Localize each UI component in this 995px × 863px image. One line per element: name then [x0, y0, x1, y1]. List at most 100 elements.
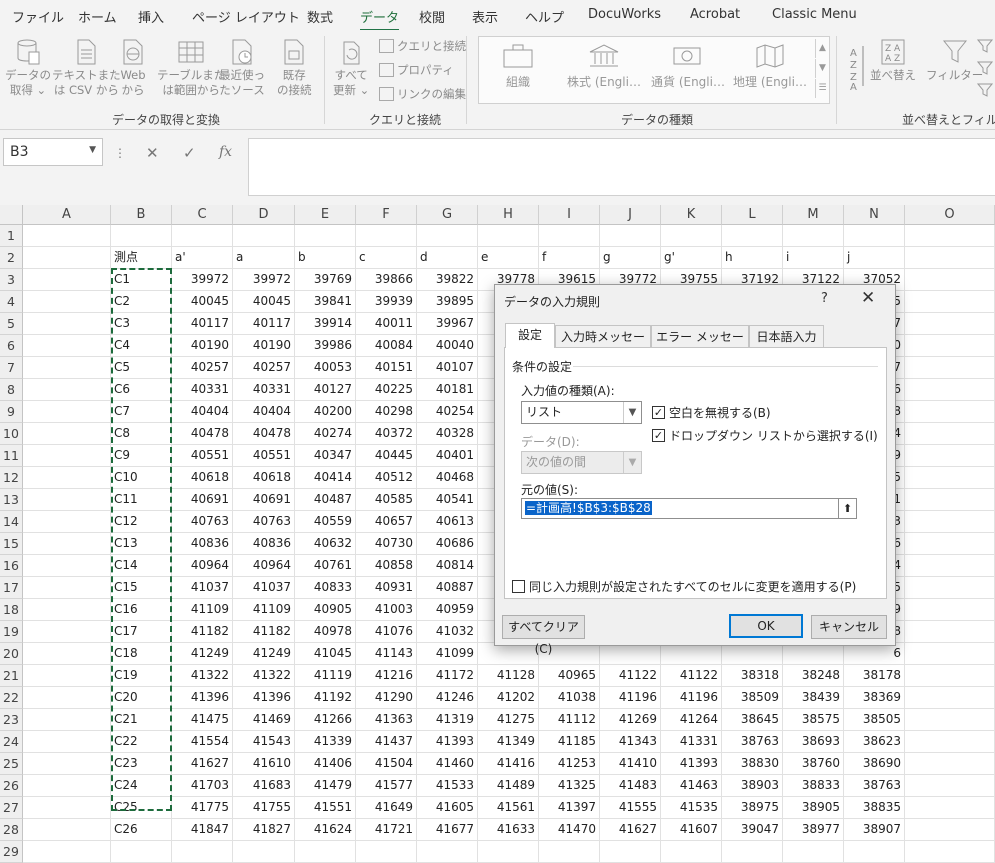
cell[interactable]: 40257 — [233, 357, 295, 379]
cell[interactable]: 40763 — [172, 511, 233, 533]
cell[interactable]: 40541 — [417, 489, 478, 511]
cell[interactable]: 41325 — [539, 775, 600, 797]
row-header[interactable]: 29 — [0, 841, 23, 863]
cell[interactable]: 41076 — [356, 621, 417, 643]
cell[interactable] — [295, 225, 356, 247]
cell[interactable]: C16 — [111, 599, 172, 621]
row-header[interactable]: 11 — [0, 445, 23, 467]
cell[interactable] — [661, 225, 722, 247]
cell[interactable]: 41554 — [172, 731, 233, 753]
cell[interactable]: 41143 — [356, 643, 417, 665]
row-header[interactable]: 4 — [0, 291, 23, 313]
row-header[interactable]: 25 — [0, 753, 23, 775]
cell[interactable]: a' — [172, 247, 233, 269]
row-header[interactable]: 19 — [0, 621, 23, 643]
cell[interactable]: 41489 — [478, 775, 539, 797]
from-table-range-button[interactable]: テーブルまた は範囲から — [157, 38, 225, 98]
data-type-currency[interactable]: 通貨 (Engli… — [651, 43, 725, 90]
row-header[interactable]: 20 — [0, 643, 23, 665]
cell[interactable]: 40328 — [417, 423, 478, 445]
cell[interactable]: 41122 — [661, 665, 722, 687]
cell[interactable]: 40618 — [172, 467, 233, 489]
cell[interactable]: C5 — [111, 357, 172, 379]
cell[interactable] — [905, 709, 995, 731]
cell[interactable] — [23, 555, 111, 577]
cell[interactable]: 38833 — [783, 775, 844, 797]
column-header[interactable]: N — [844, 205, 905, 225]
cell[interactable]: 40445 — [356, 445, 417, 467]
row-header[interactable]: 22 — [0, 687, 23, 709]
cell[interactable]: 40404 — [233, 401, 295, 423]
cell[interactable]: 41122 — [600, 665, 661, 687]
cell[interactable]: 38575 — [783, 709, 844, 731]
cell[interactable]: 39047 — [722, 819, 783, 841]
cell[interactable]: 41437 — [356, 731, 417, 753]
cell[interactable]: 38369 — [844, 687, 905, 709]
cell[interactable]: 41266 — [295, 709, 356, 731]
allow-select[interactable]: リスト ▼ — [521, 401, 642, 424]
cell[interactable] — [23, 753, 111, 775]
cell[interactable]: 40401 — [417, 445, 478, 467]
cell[interactable] — [905, 357, 995, 379]
cell[interactable]: 40887 — [417, 577, 478, 599]
row-header[interactable]: 13 — [0, 489, 23, 511]
cell[interactable] — [905, 445, 995, 467]
clear-all-button[interactable]: すべてクリア(C) — [502, 615, 585, 656]
in-cell-dropdown-checkbox[interactable]: ✓ ドロップダウン リストから選択する(I) — [652, 427, 878, 444]
tab-ime-mode[interactable]: 日本語入力 — [749, 325, 824, 347]
cell[interactable] — [661, 643, 722, 665]
column-header[interactable]: M — [783, 205, 844, 225]
cell[interactable]: 38690 — [844, 753, 905, 775]
cell[interactable]: 41605 — [417, 797, 478, 819]
cell[interactable] — [356, 841, 417, 863]
cell[interactable]: 41460 — [417, 753, 478, 775]
cell[interactable]: 38439 — [783, 687, 844, 709]
cell[interactable]: 41319 — [417, 709, 478, 731]
cell[interactable]: 41755 — [233, 797, 295, 819]
cell[interactable]: 41185 — [539, 731, 600, 753]
cell[interactable]: C14 — [111, 555, 172, 577]
help-icon[interactable]: ? — [821, 291, 828, 306]
tab-formulas[interactable]: 数式 — [307, 7, 333, 26]
cell[interactable] — [356, 225, 417, 247]
cell[interactable]: 41032 — [417, 621, 478, 643]
cell[interactable]: 38318 — [722, 665, 783, 687]
cell[interactable]: 41339 — [295, 731, 356, 753]
cell[interactable]: 39967 — [417, 313, 478, 335]
cell[interactable]: 40613 — [417, 511, 478, 533]
from-text-csv-button[interactable]: テキストまたは CSV から — [52, 38, 121, 98]
cell[interactable] — [23, 709, 111, 731]
column-header[interactable]: O — [905, 205, 995, 225]
cell[interactable] — [23, 401, 111, 423]
cell[interactable] — [905, 291, 995, 313]
cell[interactable] — [23, 841, 111, 863]
cell[interactable]: b — [295, 247, 356, 269]
cell[interactable]: 40730 — [356, 533, 417, 555]
cell[interactable]: 41038 — [539, 687, 600, 709]
cell[interactable]: 41703 — [172, 775, 233, 797]
cell[interactable] — [23, 621, 111, 643]
edit-links-button[interactable]: リンクの編集 — [379, 86, 466, 102]
range-select-button[interactable]: ⬆ — [838, 498, 857, 519]
refresh-all-button[interactable]: すべて 更新 ⌄ — [333, 38, 369, 98]
cell[interactable]: 40551 — [233, 445, 295, 467]
cell[interactable]: 41343 — [600, 731, 661, 753]
cell[interactable]: a — [233, 247, 295, 269]
cell[interactable]: 39972 — [172, 269, 233, 291]
cell[interactable] — [905, 423, 995, 445]
cell[interactable]: 41290 — [356, 687, 417, 709]
tab-acrobat[interactable]: Acrobat — [690, 7, 740, 22]
sort-button[interactable]: Z AA Z 並べ替え — [870, 38, 916, 83]
cell[interactable]: e — [478, 247, 539, 269]
cell[interactable]: 40053 — [295, 357, 356, 379]
cell[interactable]: 40190 — [172, 335, 233, 357]
cell[interactable] — [905, 797, 995, 819]
row-header[interactable]: 27 — [0, 797, 23, 819]
cell[interactable]: 40084 — [356, 335, 417, 357]
cell[interactable]: 41607 — [661, 819, 722, 841]
cell[interactable]: 41322 — [233, 665, 295, 687]
cell[interactable]: 39986 — [295, 335, 356, 357]
cell[interactable] — [905, 687, 995, 709]
cell[interactable]: 40836 — [233, 533, 295, 555]
cell[interactable] — [905, 753, 995, 775]
